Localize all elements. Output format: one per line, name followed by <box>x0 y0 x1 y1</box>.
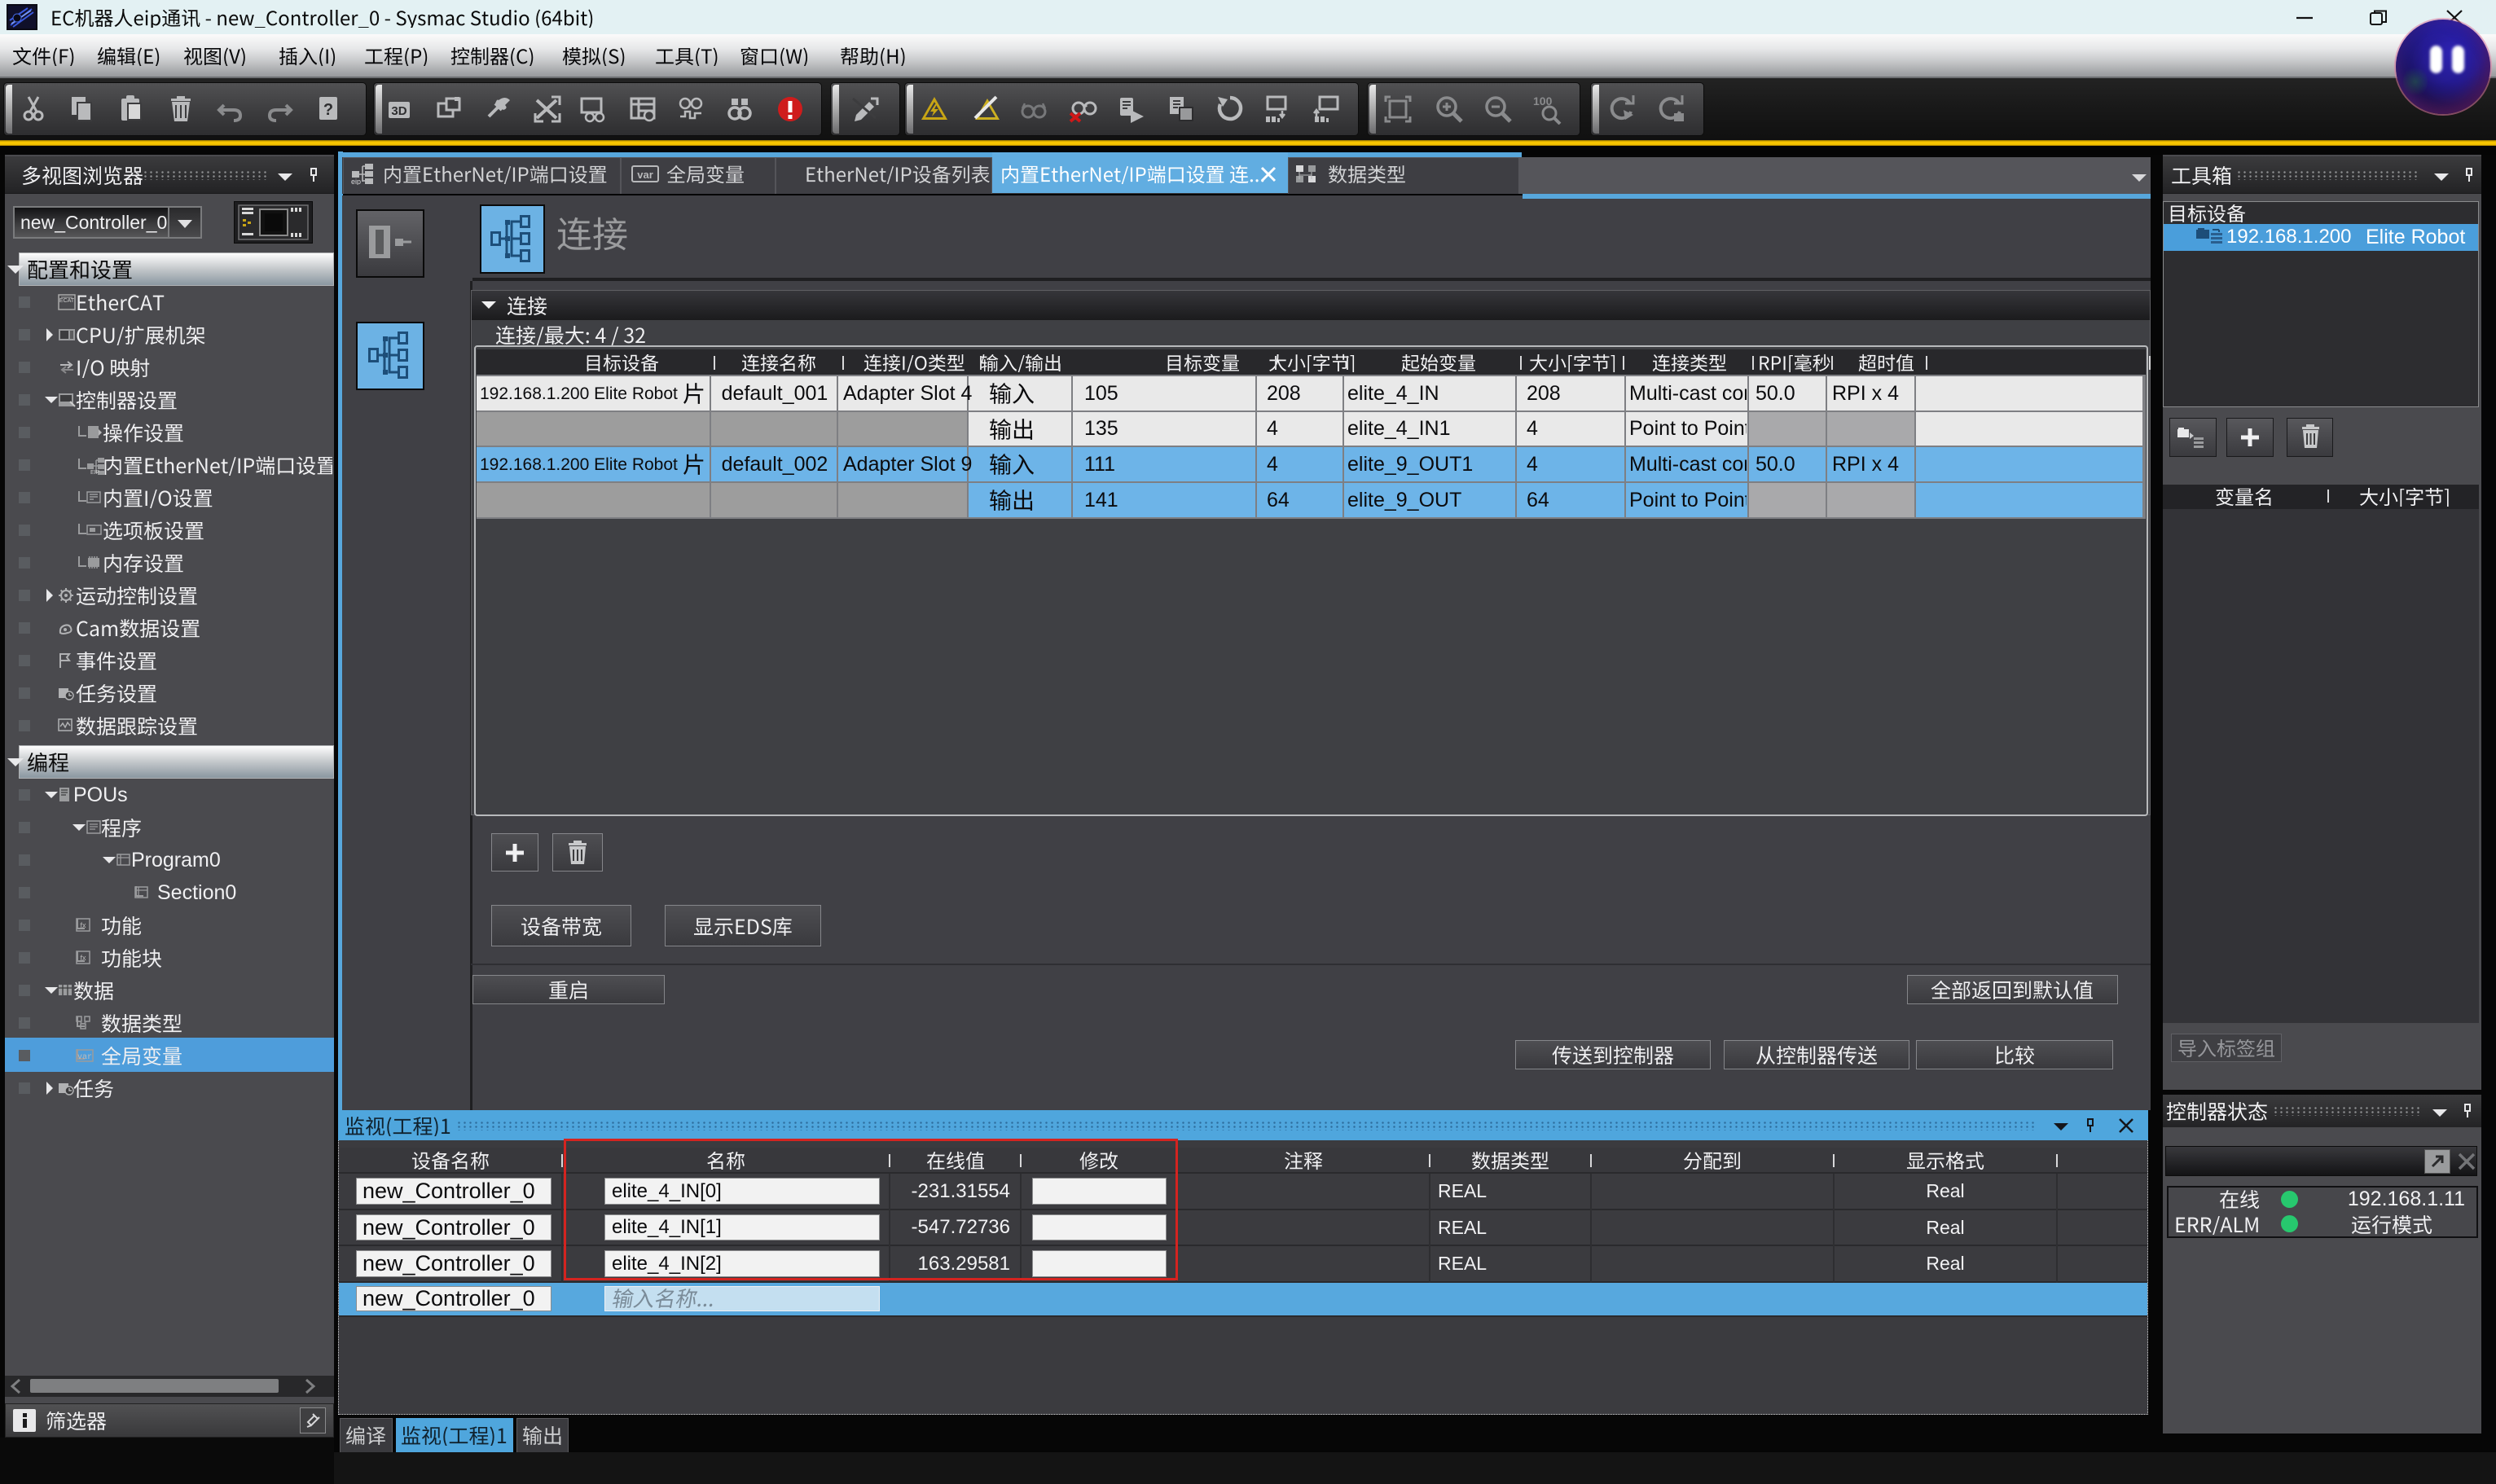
svg-text:ECAT: ECAT <box>59 298 75 304</box>
svg-text:fx: fx <box>80 954 86 962</box>
svg-text:?: ? <box>323 101 333 119</box>
svg-text:fx: fx <box>80 921 86 929</box>
svg-text:eip: eip <box>351 178 361 185</box>
svg-text:var: var <box>77 1053 92 1062</box>
svg-text:3D: 3D <box>391 104 406 118</box>
svg-text:var: var <box>637 169 653 181</box>
svg-text:EIP: EIP <box>90 470 100 475</box>
